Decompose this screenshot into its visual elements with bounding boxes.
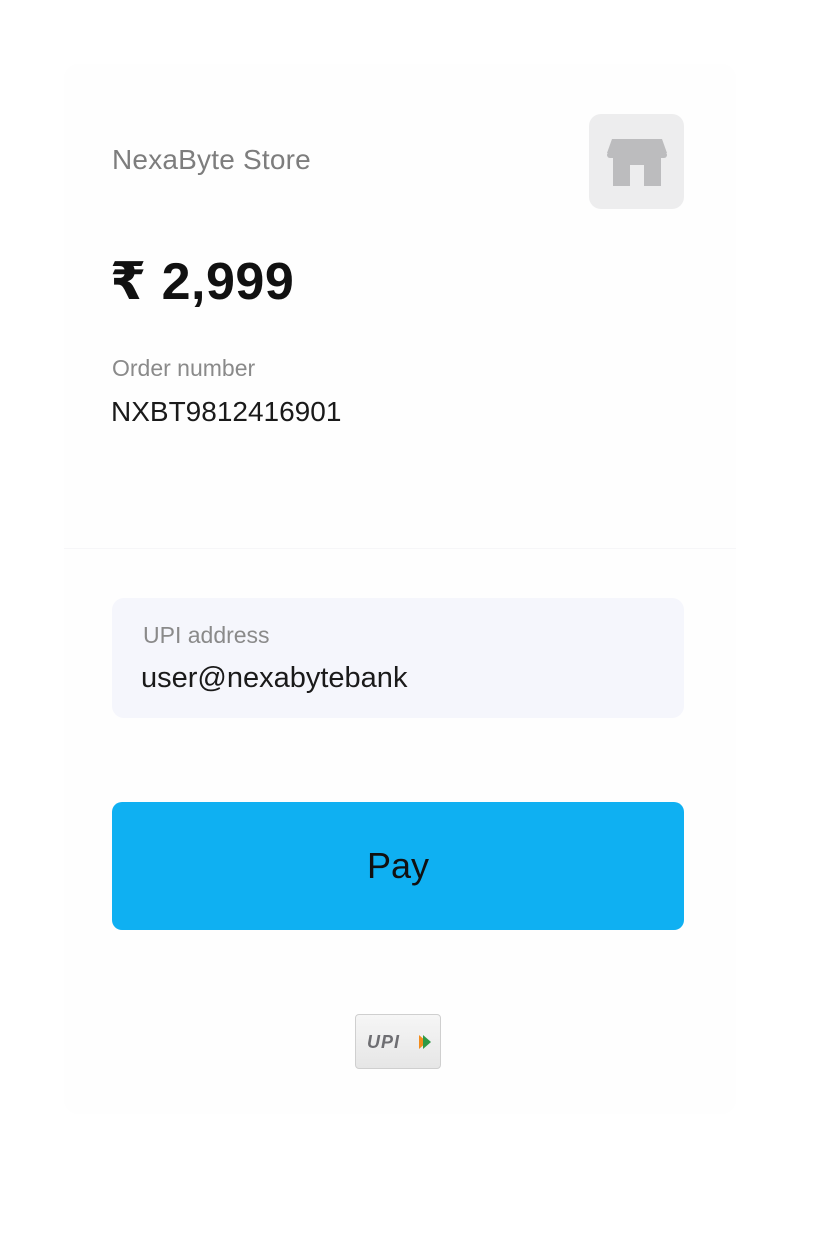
upi-address-field[interactable]: UPI address user@nexabytebank [112,598,684,718]
payment-amount: ₹ 2,999 [110,253,295,311]
upi-logo: UPI [355,1014,441,1069]
upi-logo-icon: UPI [367,1032,431,1052]
pay-button-label: Pay [366,845,430,886]
payment-page: NexaByte Store ₹ 2,999 Order number NXBT… [0,0,832,1248]
merchant-logo [589,114,684,209]
merchant-name: NexaByte Store [112,144,311,175]
order-number-label: Order number [112,355,256,381]
checkout-card [64,64,736,1114]
store-icon [606,138,667,186]
upi-address-input[interactable]: user@nexabytebank [141,662,407,695]
upi-address-label: UPI address [143,622,270,648]
section-divider [64,548,736,549]
pay-button[interactable]: Pay [112,802,684,930]
svg-text:UPI: UPI [367,1032,400,1052]
order-number-value: NXBT9812416901 [111,396,342,427]
